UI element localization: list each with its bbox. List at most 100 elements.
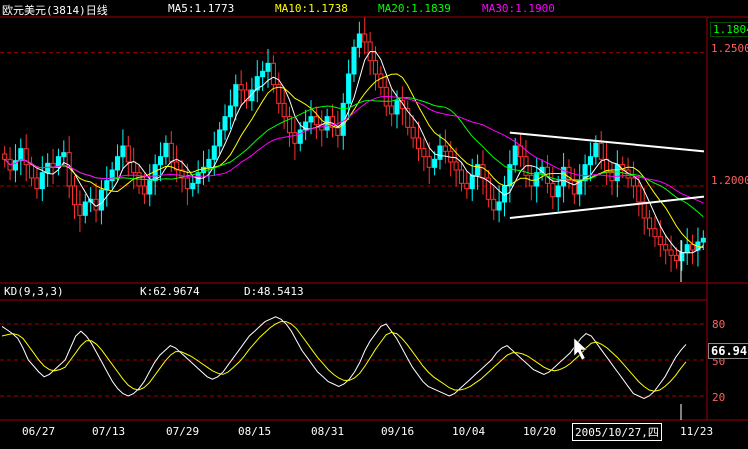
- candle-body: [104, 180, 110, 191]
- candle-body: [351, 46, 357, 75]
- candle-body: [491, 198, 497, 211]
- candle-body: [184, 177, 190, 190]
- candle-body: [39, 172, 45, 190]
- candle-body: [614, 164, 620, 182]
- date-label-2: 07/29: [166, 425, 200, 438]
- candle-body: [131, 161, 137, 174]
- candle-body: [292, 132, 298, 144]
- candle-body: [335, 126, 341, 136]
- candle-body: [270, 62, 276, 86]
- candle-body: [281, 102, 287, 118]
- candle-body: [206, 158, 212, 168]
- candle-body: [45, 162, 51, 174]
- candle-body: [238, 84, 244, 91]
- candle-body: [657, 236, 663, 246]
- candle-body: [222, 116, 228, 131]
- candle-body: [496, 201, 502, 211]
- date-label-8: 11/23: [680, 425, 714, 438]
- candle-body: [308, 116, 314, 123]
- candle-body: [168, 142, 174, 163]
- candle-body: [18, 148, 24, 162]
- candle-body: [673, 254, 679, 262]
- lower-trendline: [509, 195, 705, 219]
- date-label-1: 07/13: [92, 425, 126, 438]
- candle-body: [34, 177, 40, 190]
- ma20-line: [4, 97, 704, 218]
- candle-body: [571, 180, 577, 195]
- candle-body: [555, 185, 561, 198]
- kd-current-value-tag: 66.94: [708, 343, 748, 359]
- candle-body: [82, 201, 88, 216]
- date-label-3: 08/15: [238, 425, 272, 438]
- candle-body: [636, 185, 642, 203]
- candle-body: [593, 142, 599, 158]
- candle-body: [550, 182, 556, 198]
- ma30-line: [4, 95, 704, 204]
- date-label-4: 08/31: [311, 425, 345, 438]
- date-label-6: 10/04: [452, 425, 486, 438]
- candle-body: [297, 129, 303, 144]
- candle-body: [141, 185, 147, 195]
- candle-body: [157, 156, 164, 166]
- candle-body: [378, 73, 384, 88]
- chart-canvas[interactable]: [0, 0, 748, 449]
- candle-body: [587, 156, 594, 166]
- price-tick-2: 1.2000: [711, 174, 748, 187]
- candle-body: [265, 62, 271, 72]
- candle-body: [512, 145, 518, 166]
- candle-body: [114, 156, 121, 171]
- candle-body: [415, 137, 422, 150]
- candle-body: [668, 249, 674, 256]
- candle-body: [652, 228, 658, 238]
- candle-body: [362, 33, 368, 43]
- candle-body: [684, 244, 690, 254]
- candle-body: [147, 180, 153, 195]
- candle-body: [125, 145, 131, 163]
- chart-window: 欧元美元(3814)日线 MA5:1.1773 MA10:1.1738 MA20…: [0, 0, 748, 449]
- price-tick-1: 1.2500: [711, 42, 748, 55]
- candle-body: [313, 116, 319, 126]
- indicator-name: KD(9,3,3): [4, 285, 64, 298]
- candle-body: [98, 189, 104, 211]
- candle-body: [437, 145, 443, 160]
- candle-body: [260, 70, 266, 78]
- date-label-7: 10/20: [523, 425, 557, 438]
- candle-body: [464, 182, 470, 190]
- candle-body: [2, 153, 8, 160]
- candle-body: [163, 142, 169, 158]
- ma20-label: MA20:1.1839: [378, 2, 451, 15]
- candle-body: [432, 158, 438, 168]
- candle-body: [426, 156, 432, 168]
- candle-body: [469, 174, 475, 190]
- candle-body: [453, 161, 459, 171]
- ma10-label: MA10:1.1738: [275, 2, 348, 15]
- candle-body: [647, 217, 653, 230]
- candle-body: [227, 105, 233, 118]
- candle-body: [120, 145, 126, 158]
- candle-body: [356, 33, 362, 48]
- candle-body: [663, 244, 669, 251]
- ma30-label: MA30:1.1900: [482, 2, 555, 15]
- chart-title: 欧元美元(3814)日线: [2, 4, 108, 17]
- candle-body: [690, 244, 696, 251]
- date-label-0: 06/27: [22, 425, 56, 438]
- candle-body: [372, 60, 379, 75]
- candle-body: [61, 152, 67, 158]
- cursor-date-tag: 2005/10/27,四: [572, 423, 662, 441]
- d-value: D:48.5413: [244, 285, 304, 298]
- date-label-5: 09/16: [381, 425, 415, 438]
- candle-body: [217, 129, 223, 147]
- candle-body: [480, 164, 486, 179]
- ma10-line: [4, 73, 704, 248]
- kd-tick-80: 80: [712, 318, 726, 331]
- candle-body: [211, 145, 217, 160]
- ma5-label: MA5:1.1773: [168, 2, 235, 15]
- k-value: K:62.9674: [140, 285, 200, 298]
- candle-body: [700, 237, 706, 243]
- candle-body: [29, 164, 35, 179]
- kd-tick-20: 20: [712, 391, 726, 404]
- candle-body: [233, 84, 239, 107]
- candle-body: [679, 252, 685, 262]
- candle-body: [346, 73, 352, 104]
- candle-body: [630, 177, 636, 187]
